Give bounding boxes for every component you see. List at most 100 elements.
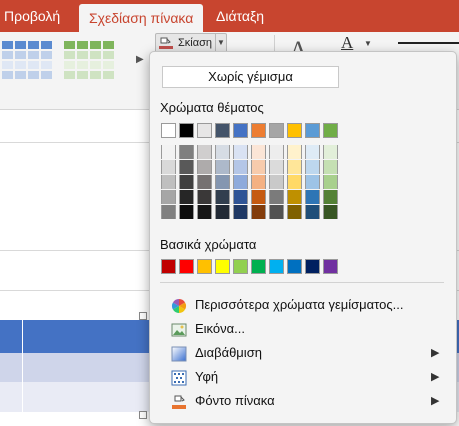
theme-shade-swatch[interactable]: [323, 160, 338, 174]
table-background-item[interactable]: Φόντο πίνακα ▶: [150, 390, 456, 413]
theme-shade-swatch[interactable]: [305, 205, 320, 219]
more-fill-colors-item[interactable]: Περισσότερα χρώματα γεμίσματος...: [150, 294, 456, 317]
submenu-arrow-icon: ▶: [431, 395, 440, 407]
theme-shade-swatch[interactable]: [305, 190, 320, 204]
standard-color-swatch[interactable]: [269, 259, 284, 274]
theme-shade-swatch[interactable]: [233, 190, 248, 204]
theme-color-swatch[interactable]: [233, 123, 248, 138]
theme-color-swatch[interactable]: [197, 123, 212, 138]
standard-color-swatch[interactable]: [287, 259, 302, 274]
theme-shade-swatch[interactable]: [215, 145, 230, 159]
standard-color-swatch[interactable]: [305, 259, 320, 274]
theme-color-swatch[interactable]: [215, 123, 230, 138]
standard-color-swatch[interactable]: [161, 259, 176, 274]
standard-color-swatch[interactable]: [179, 259, 194, 274]
theme-shade-swatch[interactable]: [269, 145, 284, 159]
theme-shade-swatch[interactable]: [305, 145, 320, 159]
menu-separator: [160, 282, 444, 283]
theme-shade-swatch[interactable]: [179, 145, 194, 159]
shading-button[interactable]: Σκίαση ▼: [155, 33, 228, 53]
theme-shade-swatch[interactable]: [179, 160, 194, 174]
table-style-thumb-green[interactable]: [64, 41, 114, 81]
theme-shade-swatch[interactable]: [233, 205, 248, 219]
theme-shade-swatch[interactable]: [251, 205, 266, 219]
theme-shade-swatch[interactable]: [323, 175, 338, 189]
texture-item[interactable]: Υφή ▶: [150, 366, 456, 389]
standard-color-swatch[interactable]: [251, 259, 266, 274]
table-background-icon: [171, 394, 187, 410]
color-wheel-icon: [171, 298, 187, 314]
standard-color-swatch[interactable]: [233, 259, 248, 274]
theme-color-swatch[interactable]: [251, 123, 266, 138]
theme-shade-swatch[interactable]: [215, 205, 230, 219]
gallery-next-arrow-icon[interactable]: ▶: [136, 54, 144, 65]
pen-color-dropdown-icon[interactable]: ▼: [364, 39, 372, 48]
theme-shade-swatch[interactable]: [197, 160, 212, 174]
theme-shade-swatch[interactable]: [323, 205, 338, 219]
theme-shade-swatch[interactable]: [215, 190, 230, 204]
theme-shade-swatch[interactable]: [161, 160, 176, 174]
resize-handle[interactable]: [139, 411, 147, 419]
theme-shade-swatch[interactable]: [251, 175, 266, 189]
theme-shade-swatch[interactable]: [161, 190, 176, 204]
theme-shade-swatch[interactable]: [161, 205, 176, 219]
texture-icon: [171, 370, 187, 386]
theme-shade-swatch[interactable]: [197, 145, 212, 159]
theme-shade-swatch[interactable]: [251, 160, 266, 174]
tab-layout[interactable]: Διάταξη: [216, 0, 264, 32]
standard-color-swatch[interactable]: [323, 259, 338, 274]
theme-shade-swatch[interactable]: [287, 205, 302, 219]
theme-color-swatch[interactable]: [161, 123, 176, 138]
theme-shade-swatch[interactable]: [161, 175, 176, 189]
theme-color-swatch[interactable]: [287, 123, 302, 138]
theme-shade-swatch[interactable]: [269, 205, 284, 219]
more-fill-colors-label: Περισσότερα χρώματα γεμίσματος...: [195, 297, 404, 312]
theme-shade-swatch[interactable]: [215, 175, 230, 189]
theme-shade-swatch[interactable]: [269, 160, 284, 174]
table-background-label: Φόντο πίνακα: [195, 393, 275, 408]
shading-menu: Χωρίς γέμισμα Χρώματα θέματος Βασικά χρώ…: [149, 51, 457, 424]
picture-label: Εικόνα...: [195, 321, 245, 336]
resize-handle[interactable]: [139, 312, 147, 320]
tab-table-design[interactable]: Σχεδίαση πίνακα: [79, 4, 204, 32]
picture-icon: [171, 322, 187, 338]
theme-shade-swatch[interactable]: [323, 190, 338, 204]
theme-color-swatch[interactable]: [269, 123, 284, 138]
theme-shade-swatch[interactable]: [233, 145, 248, 159]
theme-shade-swatch[interactable]: [287, 160, 302, 174]
theme-shade-swatch[interactable]: [269, 175, 284, 189]
theme-shade-swatch[interactable]: [161, 145, 176, 159]
standard-color-swatch[interactable]: [215, 259, 230, 274]
tab-view[interactable]: Προβολή: [4, 0, 60, 32]
theme-shade-swatch[interactable]: [287, 190, 302, 204]
standard-color-swatch[interactable]: [197, 259, 212, 274]
table-style-thumb-blue[interactable]: [2, 41, 52, 81]
theme-shade-swatch[interactable]: [197, 205, 212, 219]
theme-shade-swatch[interactable]: [251, 190, 266, 204]
theme-color-swatch[interactable]: [305, 123, 320, 138]
theme-shade-swatch[interactable]: [269, 190, 284, 204]
pen-color-icon[interactable]: A: [341, 33, 353, 53]
theme-color-swatch[interactable]: [179, 123, 194, 138]
no-fill-button[interactable]: Χωρίς γέμισμα: [162, 66, 339, 88]
theme-shade-swatch[interactable]: [179, 205, 194, 219]
theme-shade-swatch[interactable]: [215, 160, 230, 174]
theme-shade-swatch[interactable]: [251, 145, 266, 159]
theme-shade-swatch[interactable]: [287, 175, 302, 189]
theme-shade-swatch[interactable]: [233, 175, 248, 189]
theme-shade-swatch[interactable]: [179, 175, 194, 189]
gradient-item[interactable]: Διαβάθμιση ▶: [150, 342, 456, 365]
theme-shade-swatch[interactable]: [305, 175, 320, 189]
table-column-divider: [22, 320, 23, 412]
theme-shade-swatch[interactable]: [287, 145, 302, 159]
theme-shade-swatch[interactable]: [323, 145, 338, 159]
theme-shade-swatch[interactable]: [233, 160, 248, 174]
theme-color-swatch[interactable]: [323, 123, 338, 138]
picture-item[interactable]: Εικόνα...: [150, 318, 456, 341]
shading-dropdown-chevron-icon[interactable]: ▼: [215, 34, 226, 52]
theme-shade-swatch[interactable]: [305, 160, 320, 174]
theme-shade-swatch[interactable]: [197, 190, 212, 204]
pen-weight-line-sample[interactable]: [398, 42, 459, 44]
theme-shade-swatch[interactable]: [197, 175, 212, 189]
theme-shade-swatch[interactable]: [179, 190, 194, 204]
